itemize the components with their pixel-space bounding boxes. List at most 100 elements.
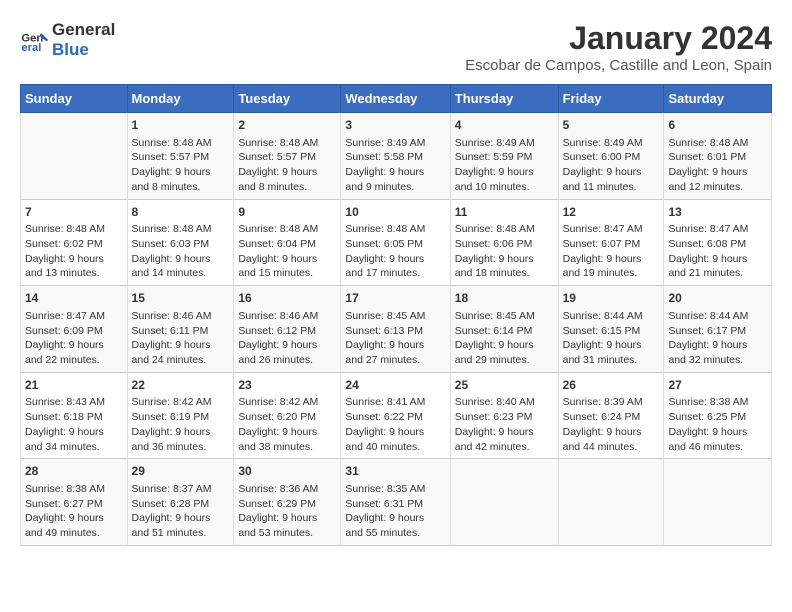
day-number: 19 [563, 290, 660, 307]
header-monday: Monday [127, 85, 234, 113]
day-info: Sunrise: 8:46 AMSunset: 6:11 PMDaylight:… [132, 309, 230, 368]
day-number: 5 [563, 117, 660, 134]
day-number: 22 [132, 377, 230, 394]
day-number: 23 [238, 377, 336, 394]
day-info: Sunrise: 8:44 AMSunset: 6:15 PMDaylight:… [563, 309, 660, 368]
day-info: Sunrise: 8:35 AMSunset: 6:31 PMDaylight:… [345, 482, 445, 541]
calendar-cell: 27Sunrise: 8:38 AMSunset: 6:25 PMDayligh… [664, 372, 772, 459]
calendar-cell: 1Sunrise: 8:48 AMSunset: 5:57 PMDaylight… [127, 113, 234, 200]
day-number: 16 [238, 290, 336, 307]
day-info: Sunrise: 8:44 AMSunset: 6:17 PMDaylight:… [668, 309, 767, 368]
logo-line2: Blue [52, 40, 115, 60]
day-info: Sunrise: 8:45 AMSunset: 6:13 PMDaylight:… [345, 309, 445, 368]
day-number: 31 [345, 463, 445, 480]
day-info: Sunrise: 8:45 AMSunset: 6:14 PMDaylight:… [455, 309, 554, 368]
header-saturday: Saturday [664, 85, 772, 113]
calendar-cell: 30 Sunrise: 8:36 AMSunset: 6:29 PMDayligh… [234, 459, 341, 546]
calendar-cell: 21Sunrise: 8:43 AMSunset: 6:18 PMDayligh… [21, 372, 128, 459]
day-number: 4 [455, 117, 554, 134]
calendar-cell: 20 Sunrise: 8:44 AMSunset: 6:17 PMDayligh… [664, 286, 772, 373]
day-info: Sunrise: 8:47 AMSunset: 6:07 PMDaylight:… [563, 222, 660, 281]
header-friday: Friday [558, 85, 664, 113]
day-info: Sunrise: 8:49 AMSunset: 5:58 PMDaylight:… [345, 136, 445, 195]
day-number: 17 [345, 290, 445, 307]
calendar-cell: 25Sunrise: 8:40 AMSunset: 6:23 PMDayligh… [450, 372, 558, 459]
day-number: 26 [563, 377, 660, 394]
day-number: 27 [668, 377, 767, 394]
day-number: 18 [455, 290, 554, 307]
day-info: Sunrise: 8:37 AMSunset: 6:28 PMDaylight:… [132, 482, 230, 541]
calendar-cell [558, 459, 664, 546]
day-number: 2 [238, 117, 336, 134]
day-number: 1 [132, 117, 230, 134]
calendar-cell: 24Sunrise: 8:41 AMSunset: 6:22 PMDayligh… [341, 372, 450, 459]
day-info: Sunrise: 8:42 AMSunset: 6:19 PMDaylight:… [132, 395, 230, 454]
day-number: 7 [25, 204, 123, 221]
day-info: Sunrise: 8:48 AMSunset: 6:01 PMDaylight:… [668, 136, 767, 195]
week-row-1: 1 Sunrise: 8:48 AMSunset: 5:57 PMDaylight… [21, 113, 772, 200]
day-number: 3 [345, 117, 445, 134]
day-number: 11 [455, 204, 554, 221]
day-number: 10 [345, 204, 445, 221]
day-number: 24 [345, 377, 445, 394]
calendar-cell: 13Sunrise: 8:47 AMSunset: 6:08 PMDayligh… [664, 199, 772, 286]
day-info: Sunrise: 8:43 AMSunset: 6:18 PMDaylight:… [25, 395, 123, 454]
calendar-cell: 11Sunrise: 8:48 AMSunset: 6:06 PMDayligh… [450, 199, 558, 286]
calendar-cell: 3 Sunrise: 8:49 AMSunset: 5:58 PMDaylight… [341, 113, 450, 200]
calendar-cell: 31 Sunrise: 8:35 AMSunset: 6:31 PMDayligh… [341, 459, 450, 546]
day-info: Sunrise: 8:40 AMSunset: 6:23 PMDaylight:… [455, 395, 554, 454]
day-info: Sunrise: 8:49 AMSunset: 5:59 PMDaylight:… [455, 136, 554, 195]
day-number: 8 [132, 204, 230, 221]
calendar-cell: 7Sunrise: 8:48 AMSunset: 6:02 PMDaylight… [21, 199, 128, 286]
day-number: 9 [238, 204, 336, 221]
week-row-4: 21Sunrise: 8:43 AMSunset: 6:18 PMDayligh… [21, 372, 772, 459]
day-number: 21 [25, 377, 123, 394]
day-info: Sunrise: 8:36 AMSunset: 6:29 PMDaylight:… [238, 482, 336, 541]
day-info: Sunrise: 8:48 AMSunset: 6:04 PMDaylight:… [238, 222, 336, 281]
day-info: Sunrise: 8:41 AMSunset: 6:22 PMDaylight:… [345, 395, 445, 454]
calendar-cell [21, 113, 128, 200]
day-info: Sunrise: 8:48 AMSunset: 6:03 PMDaylight:… [132, 222, 230, 281]
day-number: 15 [132, 290, 230, 307]
header-wednesday: Wednesday [341, 85, 450, 113]
day-number: 29 [132, 463, 230, 480]
day-number: 20 [668, 290, 767, 307]
week-row-5: 28Sunrise: 8:38 AMSunset: 6:27 PMDayligh… [21, 459, 772, 546]
calendar-cell: 17 Sunrise: 8:45 AMSunset: 6:13 PMDayligh… [341, 286, 450, 373]
calendar-cell: 5 Sunrise: 8:49 AMSunset: 6:00 PMDaylight… [558, 113, 664, 200]
day-info: Sunrise: 8:42 AMSunset: 6:20 PMDaylight:… [238, 395, 336, 454]
day-info: Sunrise: 8:48 AMSunset: 5:57 PMDaylight:… [238, 136, 336, 195]
calendar-cell: 10Sunrise: 8:48 AMSunset: 6:05 PMDayligh… [341, 199, 450, 286]
day-info: Sunrise: 8:48 AMSunset: 6:02 PMDaylight:… [25, 222, 123, 281]
day-info: Sunrise: 8:47 AMSunset: 6:08 PMDaylight:… [668, 222, 767, 281]
calendar-cell: 12Sunrise: 8:47 AMSunset: 6:07 PMDayligh… [558, 199, 664, 286]
calendar-cell: 26Sunrise: 8:39 AMSunset: 6:24 PMDayligh… [558, 372, 664, 459]
header-sunday: Sunday [21, 85, 128, 113]
day-info: Sunrise: 8:48 AMSunset: 6:05 PMDaylight:… [345, 222, 445, 281]
calendar-cell [664, 459, 772, 546]
title-section: January 2024 Escobar de Campos, Castille… [465, 20, 772, 74]
calendar-cell: 16Sunrise: 8:46 AMSunset: 6:12 PMDayligh… [234, 286, 341, 373]
logo-line1: General [52, 20, 115, 40]
logo: Gen eral General Blue [20, 20, 115, 61]
day-number: 14 [25, 290, 123, 307]
day-number: 13 [668, 204, 767, 221]
header-tuesday: Tuesday [234, 85, 341, 113]
day-info: Sunrise: 8:48 AMSunset: 6:06 PMDaylight:… [455, 222, 554, 281]
day-number: 30 [238, 463, 336, 480]
day-number: 12 [563, 204, 660, 221]
day-info: Sunrise: 8:49 AMSunset: 6:00 PMDaylight:… [563, 136, 660, 195]
day-number: 6 [668, 117, 767, 134]
day-info: Sunrise: 8:47 AMSunset: 6:09 PMDaylight:… [25, 309, 123, 368]
calendar-cell: 28Sunrise: 8:38 AMSunset: 6:27 PMDayligh… [21, 459, 128, 546]
calendar-cell: 18 Sunrise: 8:45 AMSunset: 6:14 PMDayligh… [450, 286, 558, 373]
calendar-header-row: SundayMondayTuesdayWednesdayThursdayFrid… [21, 85, 772, 113]
logo-icon: Gen eral [20, 26, 48, 54]
calendar-cell: 2 Sunrise: 8:48 AMSunset: 5:57 PMDaylight… [234, 113, 341, 200]
header: Gen eral General Blue January 2024 Escob… [20, 20, 772, 74]
calendar-cell: 8Sunrise: 8:48 AMSunset: 6:03 PMDaylight… [127, 199, 234, 286]
calendar-cell: 6 Sunrise: 8:48 AMSunset: 6:01 PMDaylight… [664, 113, 772, 200]
day-info: Sunrise: 8:39 AMSunset: 6:24 PMDaylight:… [563, 395, 660, 454]
svg-text:eral: eral [21, 43, 41, 55]
calendar-cell: 22Sunrise: 8:42 AMSunset: 6:19 PMDayligh… [127, 372, 234, 459]
